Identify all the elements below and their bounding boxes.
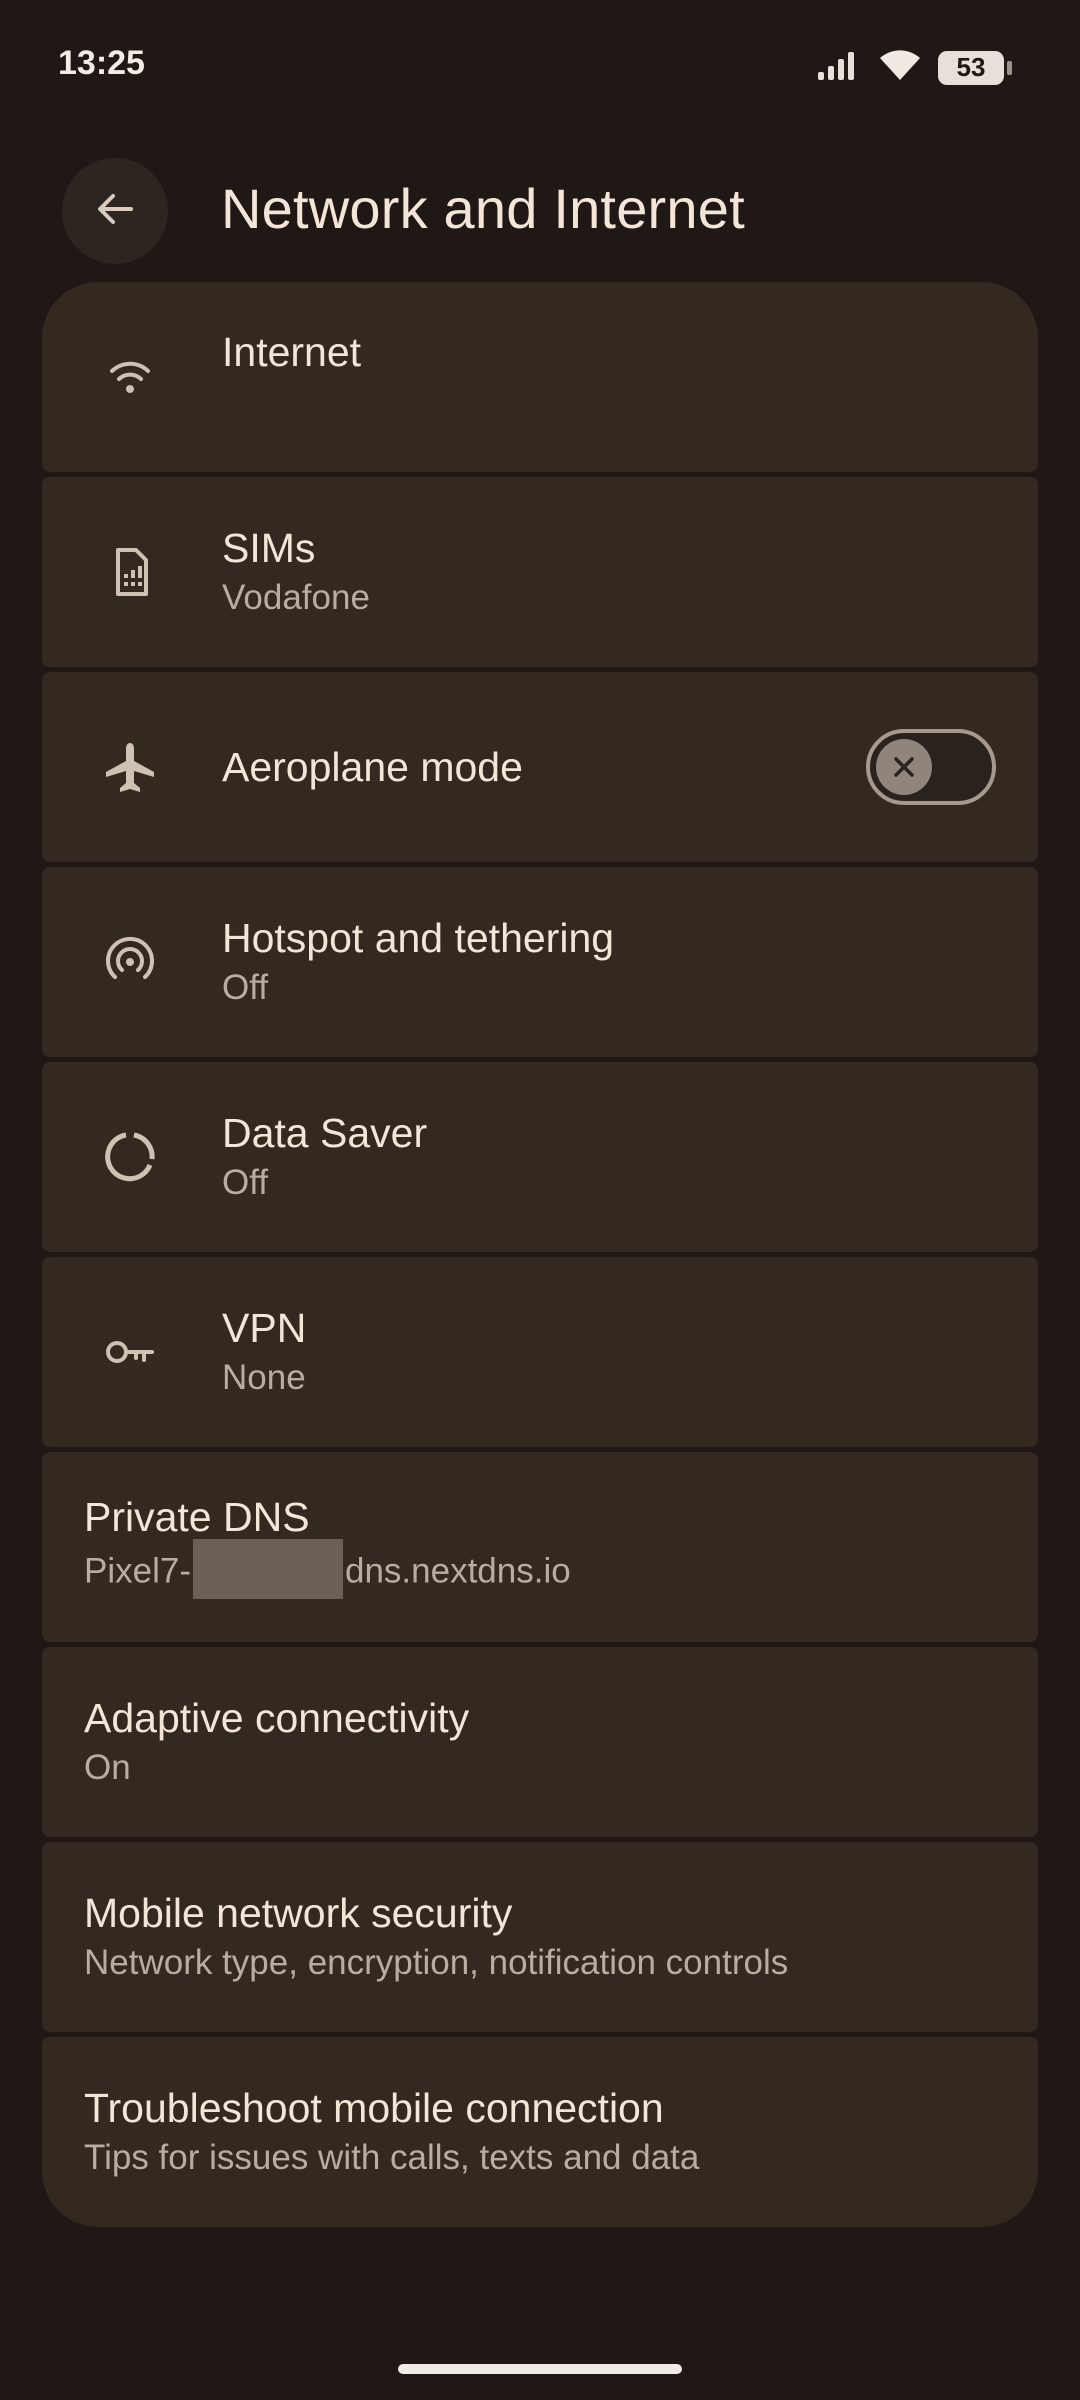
signal-icon bbox=[818, 50, 862, 85]
airplane-icon bbox=[102, 739, 158, 795]
setting-mobile-network-security[interactable]: Mobile network security Network type, en… bbox=[42, 1842, 1038, 2032]
setting-title: Private DNS bbox=[84, 1494, 310, 1540]
setting-title: Internet bbox=[222, 329, 362, 375]
setting-subtitle: Off bbox=[222, 968, 269, 1007]
setting-subtitle: Vodafone bbox=[222, 578, 370, 617]
setting-title: Hotspot and tethering bbox=[222, 915, 615, 961]
back-button[interactable] bbox=[62, 158, 168, 264]
status-bar: 13:25 53 bbox=[0, 0, 1080, 136]
setting-subtitle: Pixel7- dns.nextdns.io bbox=[84, 1539, 571, 1603]
setting-title: Mobile network security bbox=[84, 1890, 513, 1936]
setting-subtitle: On bbox=[84, 1748, 131, 1787]
page-title: Network and Internet bbox=[221, 177, 745, 240]
dns-prefix: Pixel7- bbox=[84, 1551, 191, 1591]
setting-subtitle: None bbox=[222, 1358, 306, 1397]
setting-subtitle: Network type, encryption, notification c… bbox=[84, 1943, 789, 1982]
setting-data-saver[interactable]: Data Saver Off bbox=[42, 1062, 1038, 1252]
setting-title: Data Saver bbox=[222, 1110, 428, 1156]
setting-sims[interactable]: SIMs Vodafone bbox=[42, 477, 1038, 667]
setting-text: Troubleshoot mobile connection Tips for … bbox=[84, 2082, 699, 2182]
wifi-icon bbox=[102, 349, 158, 405]
setting-text: SIMs Vodafone bbox=[222, 522, 370, 622]
wifi-icon bbox=[878, 48, 922, 87]
battery-icon: 53 bbox=[938, 50, 1012, 85]
setting-internet[interactable]: Internet bbox=[42, 282, 1038, 472]
setting-private-dns[interactable]: Private DNS Pixel7- dns.nextdns.io bbox=[42, 1452, 1038, 1642]
data-saver-icon bbox=[102, 1129, 158, 1185]
arrow-left-icon bbox=[91, 185, 139, 238]
setting-aeroplane-mode[interactable]: Aeroplane mode bbox=[42, 672, 1038, 862]
setting-title: Aeroplane mode bbox=[222, 744, 523, 790]
setting-text: Private DNS Pixel7- dns.nextdns.io bbox=[84, 1491, 571, 1603]
setting-troubleshoot[interactable]: Troubleshoot mobile connection Tips for … bbox=[42, 2037, 1038, 2227]
setting-text: Adaptive connectivity On bbox=[84, 1692, 469, 1792]
setting-adaptive-connectivity[interactable]: Adaptive connectivity On bbox=[42, 1647, 1038, 1837]
setting-subtitle: Tips for issues with calls, texts and da… bbox=[84, 2138, 700, 2177]
setting-text: Data Saver Off bbox=[222, 1107, 427, 1207]
setting-text: Hotspot and tethering Off bbox=[222, 912, 614, 1012]
setting-text: Internet bbox=[222, 326, 361, 378]
setting-subtitle: Off bbox=[222, 1163, 269, 1202]
home-indicator[interactable] bbox=[398, 2364, 682, 2374]
aeroplane-mode-toggle[interactable] bbox=[866, 729, 996, 805]
close-icon bbox=[876, 739, 932, 795]
status-icons: 53 bbox=[818, 48, 1012, 87]
sim-card-icon bbox=[102, 544, 158, 600]
setting-hotspot[interactable]: Hotspot and tethering Off bbox=[42, 867, 1038, 1057]
setting-text: VPN None bbox=[222, 1302, 306, 1402]
setting-text: Aeroplane mode bbox=[222, 741, 523, 793]
setting-title: VPN bbox=[222, 1305, 307, 1351]
dns-suffix: dns.nextdns.io bbox=[344, 1551, 571, 1591]
app-header: Network and Internet bbox=[0, 150, 1080, 270]
settings-list: Internet SIMs Vodafone Aeroplane mode Ho… bbox=[42, 282, 1038, 2227]
setting-vpn[interactable]: VPN None bbox=[42, 1257, 1038, 1447]
hotspot-icon bbox=[102, 934, 158, 990]
setting-text: Mobile network security Network type, en… bbox=[84, 1887, 788, 1987]
setting-title: Troubleshoot mobile connection bbox=[84, 2085, 664, 2131]
battery-level: 53 bbox=[956, 52, 986, 82]
redacted-block bbox=[192, 1539, 343, 1599]
setting-title: Adaptive connectivity bbox=[84, 1695, 470, 1741]
setting-title: SIMs bbox=[222, 525, 316, 571]
status-time: 13:25 bbox=[58, 44, 145, 82]
key-icon bbox=[102, 1324, 158, 1380]
